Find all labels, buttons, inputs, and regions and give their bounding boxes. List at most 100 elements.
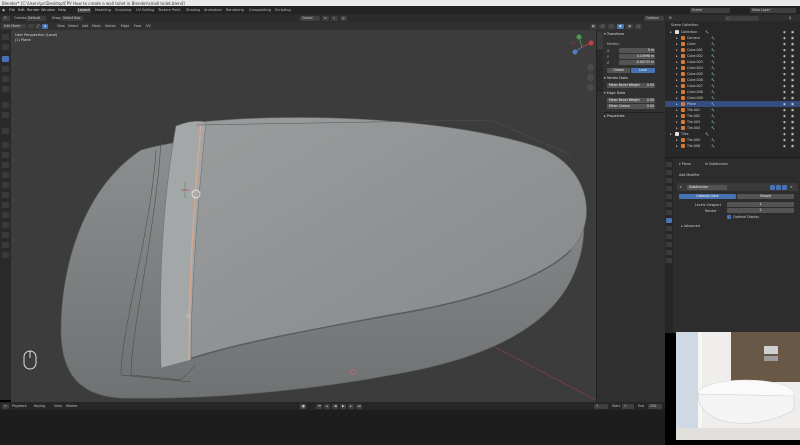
outliner-display-icon[interactable]: ☰ bbox=[669, 16, 672, 20]
tab-rendering[interactable]: Rendering bbox=[225, 8, 245, 13]
render-camera-icon[interactable]: ▣ bbox=[791, 144, 794, 148]
xray-icon[interactable]: ▢ bbox=[599, 23, 606, 29]
timeline-area[interactable] bbox=[0, 410, 665, 445]
expand-arrow-icon[interactable]: ▸ bbox=[676, 102, 678, 106]
render-toggle-icon[interactable] bbox=[782, 184, 787, 190]
expand-arrow-icon[interactable]: ▸ bbox=[676, 138, 678, 142]
modifier-name-field[interactable]: Subdivision bbox=[687, 184, 727, 190]
scale-tool-icon[interactable] bbox=[2, 76, 9, 82]
modifier-wrench-icon[interactable]: 🔧 bbox=[711, 114, 715, 118]
menu-help[interactable]: Help bbox=[58, 8, 66, 12]
scene-collection-row[interactable]: Scene Collection bbox=[665, 22, 800, 28]
vertex-select-icon[interactable]: · bbox=[28, 23, 34, 29]
render-camera-icon[interactable]: ▣ bbox=[791, 60, 794, 64]
expand-arrow-icon[interactable]: ▸ bbox=[676, 36, 678, 40]
render-camera-icon[interactable]: ▣ bbox=[791, 78, 794, 82]
modifier-header[interactable]: ▾ Subdivision × bbox=[677, 183, 798, 191]
simple-button[interactable]: Simple bbox=[737, 194, 794, 199]
vertex-data-header[interactable]: ▾ Vertex Data bbox=[604, 76, 664, 82]
expand-arrow-icon[interactable]: ▸ bbox=[676, 108, 678, 112]
transform-tool-icon[interactable] bbox=[2, 86, 9, 92]
constraints-props-icon[interactable] bbox=[666, 242, 672, 247]
mean-crease-field[interactable]: Mean Crease 0.00 bbox=[607, 104, 655, 109]
visibility-eye-icon[interactable]: ◉ bbox=[783, 144, 786, 148]
current-frame-field[interactable]: 1 bbox=[594, 403, 608, 409]
filter-icon[interactable]: ⚲ bbox=[789, 16, 791, 20]
3d-viewport[interactable]: User Perspective (Local) (1) Plane bbox=[11, 30, 596, 402]
expand-arrow-icon[interactable]: ▸ bbox=[676, 144, 678, 148]
end-frame-field[interactable]: 250 bbox=[648, 403, 662, 409]
shrink-fatten-tool-icon[interactable] bbox=[2, 232, 9, 238]
expand-arrow-icon[interactable]: ▸ bbox=[676, 60, 678, 64]
jump-start-icon[interactable]: ⏮ bbox=[316, 403, 322, 409]
modifier-wrench-icon[interactable]: 🔧 bbox=[711, 60, 715, 64]
add-cube-tool-icon[interactable] bbox=[2, 128, 9, 134]
bevel-tool-icon[interactable] bbox=[2, 162, 9, 168]
render-camera-icon[interactable]: ▣ bbox=[791, 48, 794, 52]
play-icon[interactable]: ▶ bbox=[340, 403, 346, 409]
scene-selector[interactable]: Scene bbox=[690, 7, 730, 13]
expand-arrow-icon[interactable]: ▸ bbox=[676, 120, 678, 124]
local-button[interactable]: Local bbox=[631, 68, 655, 73]
move-tool-icon[interactable] bbox=[2, 56, 9, 62]
physics-props-icon[interactable] bbox=[666, 234, 672, 239]
annotate-tool-icon[interactable] bbox=[2, 102, 9, 108]
tab-sculpting[interactable]: Sculpting bbox=[114, 8, 132, 13]
visibility-eye-icon[interactable]: ◉ bbox=[783, 120, 786, 124]
modifier-wrench-icon[interactable]: 🔧 bbox=[711, 108, 715, 112]
expand-arrow-icon[interactable]: ▸ bbox=[676, 96, 678, 100]
sidebar-tab-tool[interactable] bbox=[597, 52, 603, 71]
material-shading-icon[interactable]: ◑ bbox=[626, 23, 633, 29]
menu-file[interactable]: File bbox=[9, 8, 15, 12]
median-z-field[interactable]: -0.00733 m bbox=[619, 60, 655, 65]
prev-key-icon[interactable]: ◂ bbox=[324, 403, 330, 409]
render-camera-icon[interactable]: ▣ bbox=[791, 36, 794, 40]
render-camera-icon[interactable]: ▣ bbox=[791, 30, 794, 34]
data-props-icon[interactable] bbox=[666, 250, 672, 255]
shear-tool-icon[interactable] bbox=[2, 242, 9, 248]
particles-props-icon[interactable] bbox=[666, 226, 672, 231]
expand-arrow-icon[interactable]: ▸ bbox=[670, 132, 672, 136]
expand-arrow-icon[interactable]: ▸ bbox=[676, 114, 678, 118]
expand-arrow-icon[interactable]: ▸ bbox=[676, 78, 678, 82]
pan-icon[interactable] bbox=[587, 74, 594, 81]
modifier-wrench-icon[interactable]: 🔧 bbox=[711, 78, 715, 82]
loop-cut-tool-icon[interactable] bbox=[2, 172, 9, 178]
tab-layout[interactable]: Layout bbox=[77, 7, 91, 13]
render-camera-icon[interactable]: ▣ bbox=[791, 132, 794, 136]
expand-arrow-icon[interactable]: ▸ bbox=[676, 54, 678, 58]
blender-logo-icon[interactable]: ◉ bbox=[2, 8, 5, 12]
jump-end-icon[interactable]: ⏭ bbox=[356, 403, 362, 409]
tab-shading[interactable]: Shading bbox=[185, 8, 201, 13]
knife-tool-icon[interactable] bbox=[2, 182, 9, 188]
modifier-wrench-icon[interactable]: 🔧 bbox=[711, 102, 715, 106]
visibility-eye-icon[interactable]: ◉ bbox=[783, 78, 786, 82]
menu-window[interactable]: Window bbox=[41, 8, 55, 12]
smooth-tool-icon[interactable] bbox=[2, 212, 9, 218]
camera-view-icon[interactable] bbox=[587, 84, 594, 91]
world-props-icon[interactable] bbox=[666, 202, 672, 207]
editor-type-icon[interactable]: ⏱ bbox=[2, 403, 9, 409]
global-button[interactable]: Global bbox=[607, 68, 630, 73]
mean-bevel-edge-field[interactable]: Mean Bevel Weight 0.00 bbox=[607, 98, 655, 103]
outliner-item[interactable]: ▸ Tile.006 🔧 ◉ ▣ bbox=[665, 143, 800, 149]
modifier-wrench-icon[interactable]: 🔧 bbox=[711, 90, 715, 94]
scene-props-icon[interactable] bbox=[666, 194, 672, 199]
inset-tool-icon[interactable] bbox=[2, 152, 9, 158]
tab-modeling[interactable]: Modeling bbox=[94, 8, 112, 13]
modifier-wrench-icon[interactable]: 🔧 bbox=[711, 120, 715, 124]
render-camera-icon[interactable]: ▣ bbox=[791, 72, 794, 76]
sidebar-tab-view[interactable] bbox=[597, 72, 603, 91]
modifier-close-icon[interactable]: × bbox=[790, 185, 793, 189]
modifier-wrench-icon[interactable]: 🔧 bbox=[711, 42, 715, 46]
menu-select[interactable]: Select bbox=[68, 24, 78, 28]
visibility-eye-icon[interactable]: ◉ bbox=[783, 132, 786, 136]
expand-arrow-icon[interactable]: ▸ bbox=[676, 66, 678, 70]
modifier-wrench-icon[interactable]: 🔧 bbox=[711, 84, 715, 88]
solid-shading-icon[interactable]: ● bbox=[617, 23, 624, 29]
render-camera-icon[interactable]: ▣ bbox=[791, 114, 794, 118]
modifier-wrench-icon[interactable]: 🔧 bbox=[711, 144, 715, 148]
modifier-wrench-icon[interactable]: 🔧 bbox=[711, 36, 715, 40]
menu-mesh[interactable]: Mesh bbox=[92, 24, 101, 28]
modifier-wrench-icon[interactable]: 🔧 bbox=[705, 132, 709, 136]
